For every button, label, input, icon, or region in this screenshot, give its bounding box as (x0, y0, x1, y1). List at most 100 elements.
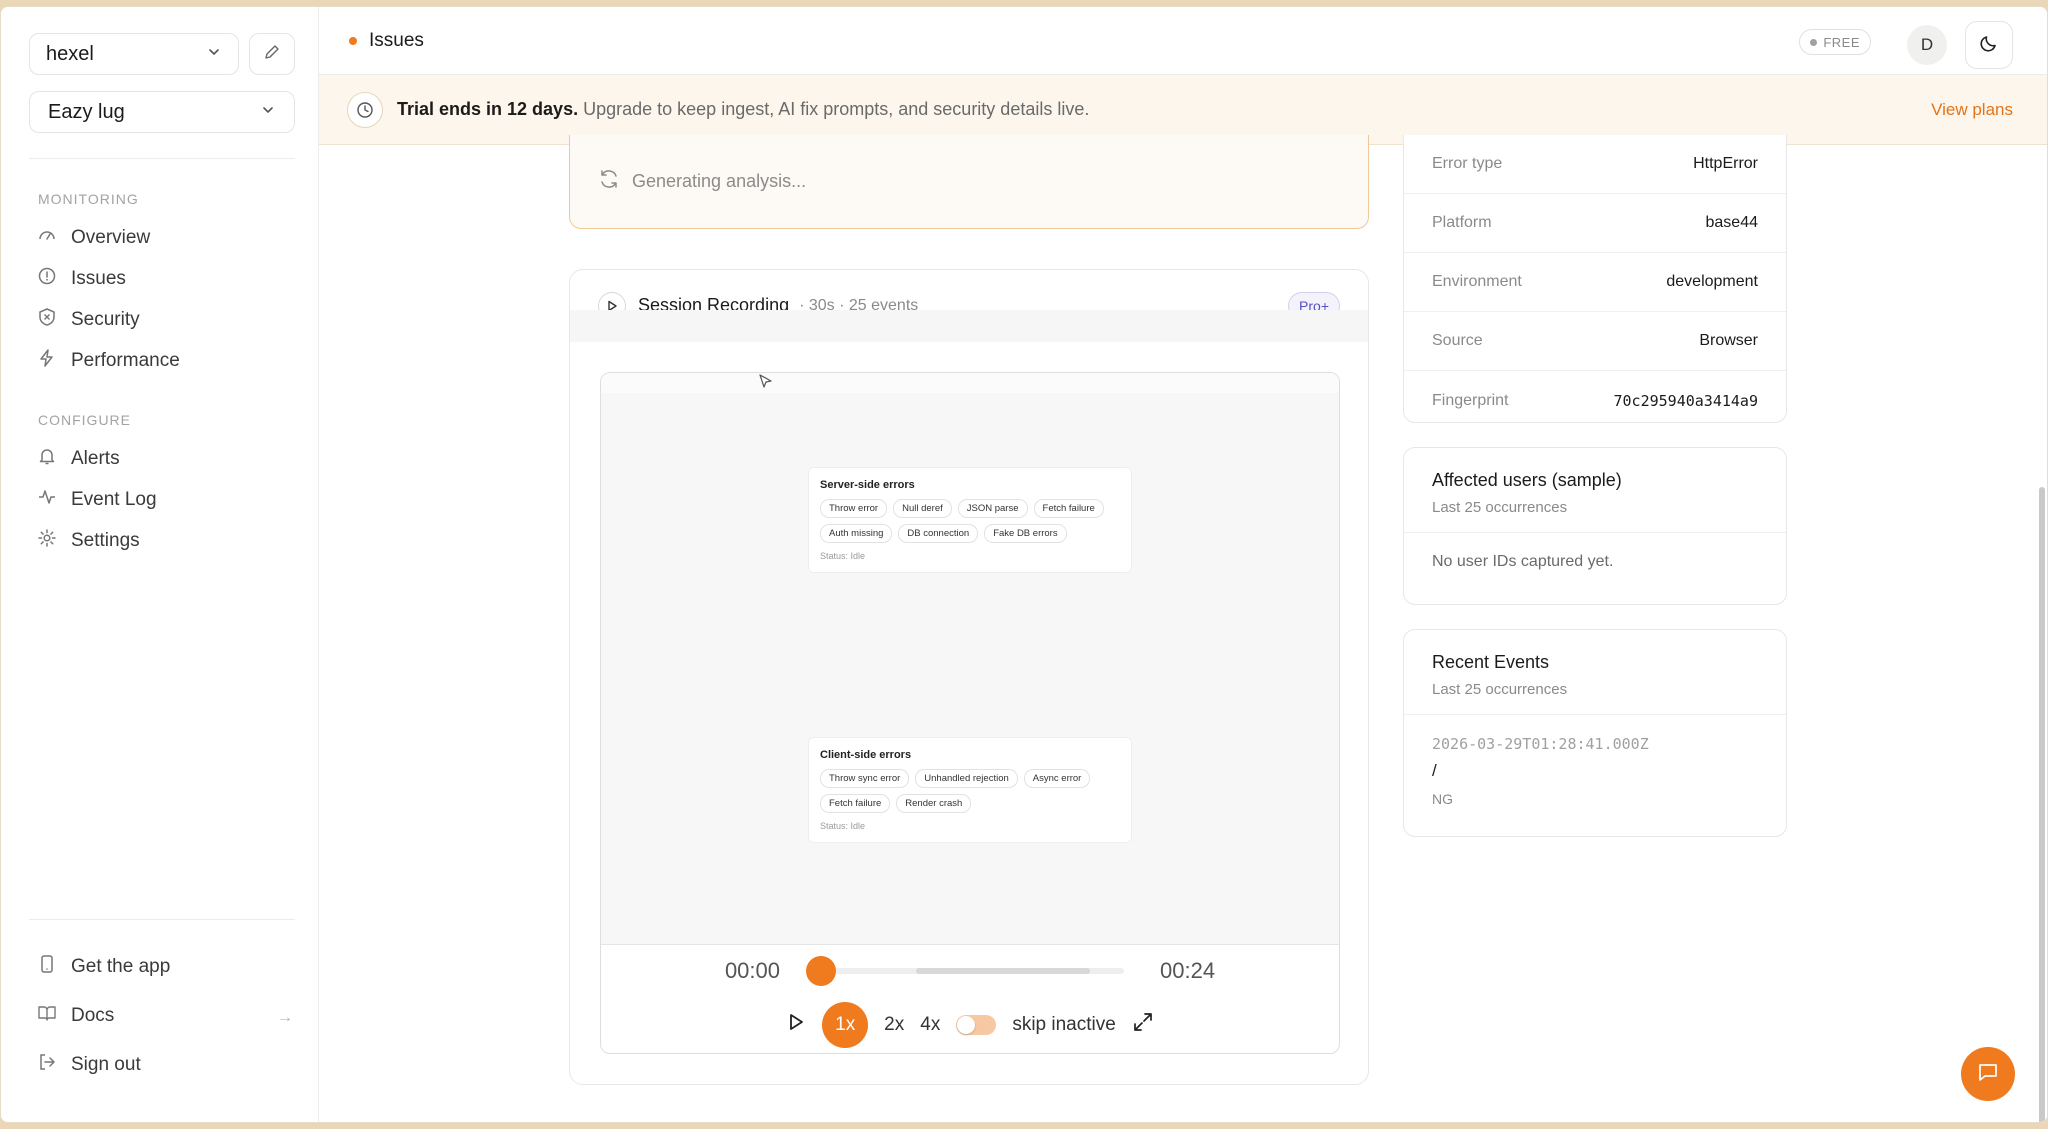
session-recording-card: Session Recording · 30s · 25 events Pro+… (569, 269, 1369, 1085)
ai-analysis-card: Generating analysis... (569, 135, 1369, 229)
sidebar-item-docs[interactable]: Docs → (37, 1001, 293, 1031)
chip[interactable]: Render crash (896, 794, 972, 813)
chip[interactable]: Fetch failure (820, 794, 891, 813)
clock-icon (347, 91, 383, 128)
session-player: Server-side errors Throw error Null dere… (600, 372, 1340, 1054)
phone-icon (37, 954, 57, 980)
event-item[interactable]: 2026-03-29T01:28:41.000Z / NG (1404, 715, 1786, 827)
chip[interactable]: Auth missing (820, 524, 893, 543)
client-errors-status: Status: Idle (820, 821, 866, 831)
chat-button[interactable] (1961, 1047, 2015, 1101)
sidebar-item-settings[interactable]: Settings (37, 526, 140, 556)
play-button[interactable] (786, 1012, 806, 1038)
replay-stage-header (601, 373, 1339, 393)
view-plans-link[interactable]: View plans (1931, 100, 2013, 120)
playback-controls: 1x 2x 4x skip inactive (601, 997, 1339, 1053)
workspace-name: hexel (46, 42, 94, 65)
gear-icon (37, 528, 57, 554)
chip[interactable]: Async error (1023, 769, 1091, 788)
chip[interactable]: Throw sync error (820, 769, 910, 788)
current-time: 00:00 (724, 958, 780, 983)
sidebar-item-label: Performance (71, 350, 180, 371)
sidebar-item-label: Overview (71, 227, 151, 248)
refresh-icon (598, 168, 620, 195)
sidebar-item-sign-out[interactable]: Sign out (37, 1050, 141, 1080)
chip[interactable]: Fake DB errors (984, 524, 1067, 543)
section-monitoring: MONITORING (38, 191, 139, 207)
server-errors-card: Server-side errors Throw error Null dere… (808, 467, 1132, 573)
skip-inactive-toggle[interactable] (956, 1015, 997, 1035)
plan-badge[interactable]: FREE (1799, 29, 1871, 55)
sidebar-item-issues[interactable]: Issues (37, 264, 126, 294)
shield-x-icon (37, 307, 57, 333)
timeline-activity (916, 968, 1090, 974)
sidebar-item-label: Settings (71, 530, 140, 551)
chip[interactable]: JSON parse (957, 499, 1028, 518)
breadcrumb[interactable]: Issues (369, 30, 424, 52)
detail-value: HttpError (1693, 155, 1758, 172)
bolt-icon (37, 348, 57, 374)
chip[interactable]: Null deref (893, 499, 952, 518)
server-errors-chips: Throw error Null deref JSON parse Fetch … (820, 499, 1120, 543)
edit-workspace-button[interactable] (249, 33, 295, 75)
scrubber-handle[interactable] (806, 956, 836, 986)
timeline-row: 00:00 00:24 (601, 945, 1339, 997)
event-location: NG (1432, 791, 1453, 807)
fingerprint-value: 70c295940a3414a9 (1613, 391, 1759, 410)
detail-key: Platform (1432, 214, 1492, 231)
fullscreen-icon[interactable] (1132, 1011, 1154, 1039)
scrollbar-thumb[interactable] (2039, 487, 2045, 1122)
main-content: Generating analysis... Session Recording… (319, 135, 2047, 1122)
logout-icon (37, 1052, 57, 1078)
event-path: / (1432, 761, 1437, 780)
trial-message: Trial ends in 12 days. Upgrade to keep i… (397, 99, 1089, 120)
avatar[interactable]: D (1907, 25, 1947, 65)
sidebar-item-overview[interactable]: Overview (37, 223, 150, 253)
topbar: Issues FREE D (319, 7, 2047, 75)
affected-users-subtitle: Last 25 occurrences (1432, 499, 1568, 516)
sidebar-item-get-app[interactable]: Get the app (37, 952, 170, 982)
sidebar-item-performance[interactable]: Performance (37, 346, 180, 376)
skip-inactive-label: skip inactive (1012, 1014, 1116, 1035)
timeline-scrubber[interactable] (806, 956, 1124, 986)
total-time: 00:24 (1160, 958, 1216, 983)
client-errors-card: Client-side errors Throw sync error Unha… (808, 737, 1132, 843)
chevron-down-icon (260, 101, 276, 124)
sidebar-item-security[interactable]: Security (37, 305, 140, 335)
replay-stage[interactable]: Server-side errors Throw error Null dere… (601, 373, 1339, 945)
chip[interactable]: Throw error (820, 499, 888, 518)
recording-subbar (570, 310, 1368, 342)
workspace-select[interactable]: hexel (29, 33, 239, 75)
theme-toggle-button[interactable] (1965, 21, 2013, 69)
recent-events-title: Recent Events (1432, 652, 1550, 672)
activity-icon (37, 487, 57, 513)
chat-icon (1977, 1061, 1999, 1088)
sidebar-divider (29, 158, 295, 159)
speed-4x-button[interactable]: 4x (920, 1014, 940, 1036)
sidebar-item-alerts[interactable]: Alerts (37, 444, 120, 474)
speed-1x-button[interactable]: 1x (822, 1002, 869, 1048)
sidebar-divider (29, 919, 295, 920)
pencil-icon (263, 43, 281, 66)
detail-key: Environment (1432, 273, 1522, 290)
cursor-icon (757, 373, 775, 396)
gauge-icon (37, 225, 57, 251)
sidebar-item-label: Event Log (71, 489, 157, 510)
analysis-status: Generating analysis... (632, 171, 807, 191)
project-select[interactable]: Eazy lug (29, 91, 295, 133)
client-errors-title: Client-side errors (820, 749, 912, 761)
bell-icon (37, 446, 57, 472)
recent-events-subtitle: Last 25 occurrences (1432, 681, 1568, 698)
recent-events-header: Recent Events Last 25 occurrences (1404, 630, 1786, 715)
chip[interactable]: DB connection (898, 524, 979, 543)
client-errors-chips: Throw sync error Unhandled rejection Asy… (820, 769, 1120, 813)
speed-2x-button[interactable]: 2x (884, 1014, 904, 1036)
section-configure: CONFIGURE (38, 412, 131, 428)
chip[interactable]: Fetch failure (1033, 499, 1104, 518)
event-timestamp: 2026-03-29T01:28:41.000Z (1432, 735, 1649, 753)
chip[interactable]: Unhandled rejection (915, 769, 1018, 788)
detail-row: Fingerprint 70c295940a3414a9 (1404, 371, 1786, 430)
sidebar-item-event-log[interactable]: Event Log (37, 485, 157, 515)
detail-key: Source (1432, 332, 1483, 349)
detail-value: Browser (1699, 332, 1758, 349)
